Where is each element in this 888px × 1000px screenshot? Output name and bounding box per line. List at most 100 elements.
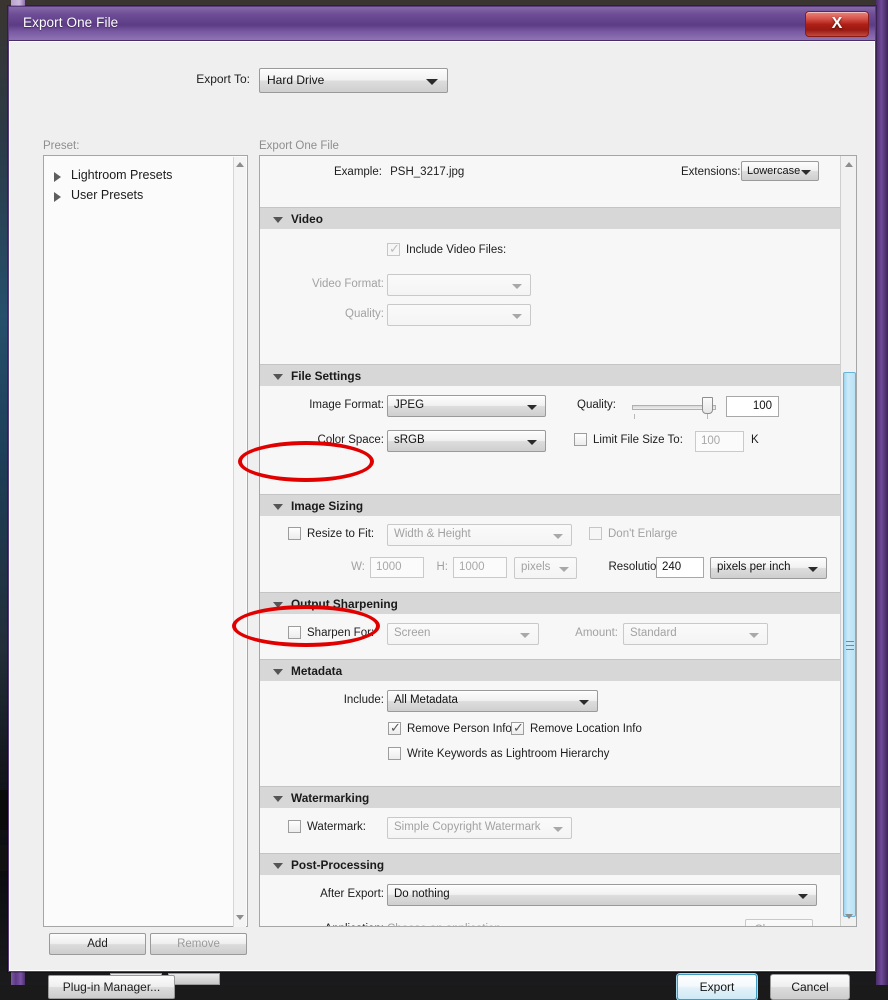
checkmark-icon: ✓ [390, 721, 401, 734]
preset-item-label: User Presets [71, 188, 143, 202]
resize-to-fit-checkbox[interactable] [288, 527, 301, 540]
chevron-down-icon [579, 700, 589, 705]
after-export-label: After Export: [290, 888, 384, 900]
example-filename: PSH_3217.jpg [390, 166, 464, 178]
chevron-down-icon [527, 440, 537, 445]
resolution-unit-value: pixels per inch [717, 561, 791, 573]
quality-value-input[interactable]: 100 [726, 396, 779, 417]
height-input[interactable]: 1000 [453, 557, 507, 578]
write-keywords-label: Write Keywords as Lightroom Hierarchy [407, 748, 609, 760]
quality-value: 100 [753, 400, 772, 412]
section-title: Watermarking [291, 791, 369, 805]
preset-scrollbar[interactable] [233, 157, 246, 927]
resolution-value: 240 [662, 561, 681, 573]
preset-item-lightroom[interactable]: Lightroom Presets [54, 168, 172, 182]
limit-file-size-label: Limit File Size To: [593, 434, 683, 446]
section-header-file-settings[interactable]: File Settings [260, 364, 841, 386]
cancel-button[interactable]: Cancel [770, 974, 850, 1000]
section-title: Output Sharpening [291, 597, 398, 611]
example-label: Example: [334, 166, 382, 178]
section-title: Post-Processing [291, 858, 384, 872]
scrollbar-grip [846, 649, 854, 650]
extensions-select[interactable]: Lowercase [741, 161, 819, 181]
close-button[interactable]: X [805, 11, 869, 37]
disclosure-triangle-icon [273, 374, 283, 380]
image-format-select[interactable]: JPEG [387, 395, 546, 417]
disclosure-triangle-icon [273, 863, 283, 869]
desktop-right-stripe [876, 0, 888, 985]
checkmark-icon: ✓ [389, 242, 400, 255]
resolution-unit-select[interactable]: pixels per inch [710, 557, 827, 579]
choose-application-button[interactable]: Choose... [745, 919, 813, 927]
section-header-metadata[interactable]: Metadata [260, 659, 841, 681]
application-label: Application: [302, 923, 384, 927]
disclosure-triangle-icon [273, 602, 283, 608]
slider-tick [707, 414, 708, 419]
scrollbar-thumb[interactable] [843, 372, 856, 917]
size-units-select: pixels [514, 557, 577, 579]
color-space-select[interactable]: sRGB [387, 430, 546, 452]
remove-person-info-label: Remove Person Info [407, 723, 512, 735]
resolution-label: Resolution: [590, 561, 666, 573]
scroll-up-icon[interactable] [845, 162, 853, 167]
scroll-down-icon[interactable] [845, 914, 853, 919]
scroll-up-icon[interactable] [236, 162, 244, 167]
chevron-down-icon [512, 284, 522, 289]
dont-enlarge-checkbox[interactable] [589, 527, 602, 540]
chevron-down-icon [512, 314, 522, 319]
export-button[interactable]: Export [677, 974, 757, 1000]
limit-file-size-input[interactable]: 100 [695, 431, 744, 452]
settings-scrollbar[interactable] [840, 156, 856, 926]
write-keywords-checkbox[interactable] [388, 747, 401, 760]
add-preset-button[interactable]: Add [49, 933, 146, 955]
scrollbar-grip [846, 645, 854, 646]
extensions-label: Extensions: [681, 166, 740, 178]
width-value: 1000 [376, 561, 402, 573]
section-title: Metadata [291, 664, 342, 678]
section-header-post-processing[interactable]: Post-Processing [260, 853, 841, 875]
sharpen-for-value: Screen [394, 627, 430, 639]
chevron-down-icon [798, 894, 808, 899]
chevron-down-icon [527, 405, 537, 410]
remove-location-info-checkbox[interactable]: ✓ [511, 722, 524, 735]
export-to-row: Export To: Hard Drive [10, 68, 874, 94]
section-title: Video [291, 212, 323, 226]
preset-list-panel: Lightroom Presets User Presets [43, 155, 248, 927]
scroll-down-icon[interactable] [236, 915, 244, 920]
chevron-down-icon [553, 534, 563, 539]
quality-slider-thumb[interactable] [702, 397, 713, 414]
sharpen-for-checkbox[interactable] [288, 626, 301, 639]
plugin-manager-button[interactable]: Plug-in Manager... [48, 975, 175, 999]
taskbar-chip [168, 973, 220, 985]
section-header-video[interactable]: Video [260, 207, 841, 229]
export-to-select[interactable]: Hard Drive [259, 68, 448, 93]
preset-item-user[interactable]: User Presets [54, 188, 143, 202]
section-header-image-sizing[interactable]: Image Sizing [260, 494, 841, 516]
remove-location-info-label: Remove Location Info [530, 723, 642, 735]
export-to-value: Hard Drive [267, 73, 324, 87]
include-video-label: Include Video Files: [406, 244, 506, 256]
metadata-include-select[interactable]: All Metadata [387, 690, 598, 712]
limit-file-size-checkbox[interactable] [574, 433, 587, 446]
width-input[interactable]: 1000 [370, 557, 424, 578]
metadata-include-label: Include: [320, 694, 384, 706]
color-space-label: Color Space: [290, 434, 384, 446]
application-value: Choose an application... [387, 923, 510, 927]
disclosure-triangle-icon [273, 217, 283, 223]
preset-item-label: Lightroom Presets [71, 168, 172, 182]
after-export-select[interactable]: Do nothing [387, 884, 817, 906]
include-video-checkbox[interactable]: ✓ [387, 243, 400, 256]
dont-enlarge-label: Don't Enlarge [608, 528, 677, 540]
close-icon: X [806, 12, 868, 36]
slider-tick [634, 414, 635, 419]
watermark-checkbox[interactable] [288, 820, 301, 833]
after-export-value: Do nothing [394, 888, 450, 900]
resolution-input[interactable]: 240 [656, 557, 704, 578]
dialog-titlebar: Export One File X [9, 7, 875, 41]
chevron-down-icon [808, 567, 818, 572]
remove-preset-button[interactable]: Remove [150, 933, 247, 955]
section-header-output-sharpening[interactable]: Output Sharpening [260, 592, 841, 614]
section-header-watermarking[interactable]: Watermarking [260, 786, 841, 808]
window-title: Export One File [23, 15, 118, 30]
remove-person-info-checkbox[interactable]: ✓ [388, 722, 401, 735]
